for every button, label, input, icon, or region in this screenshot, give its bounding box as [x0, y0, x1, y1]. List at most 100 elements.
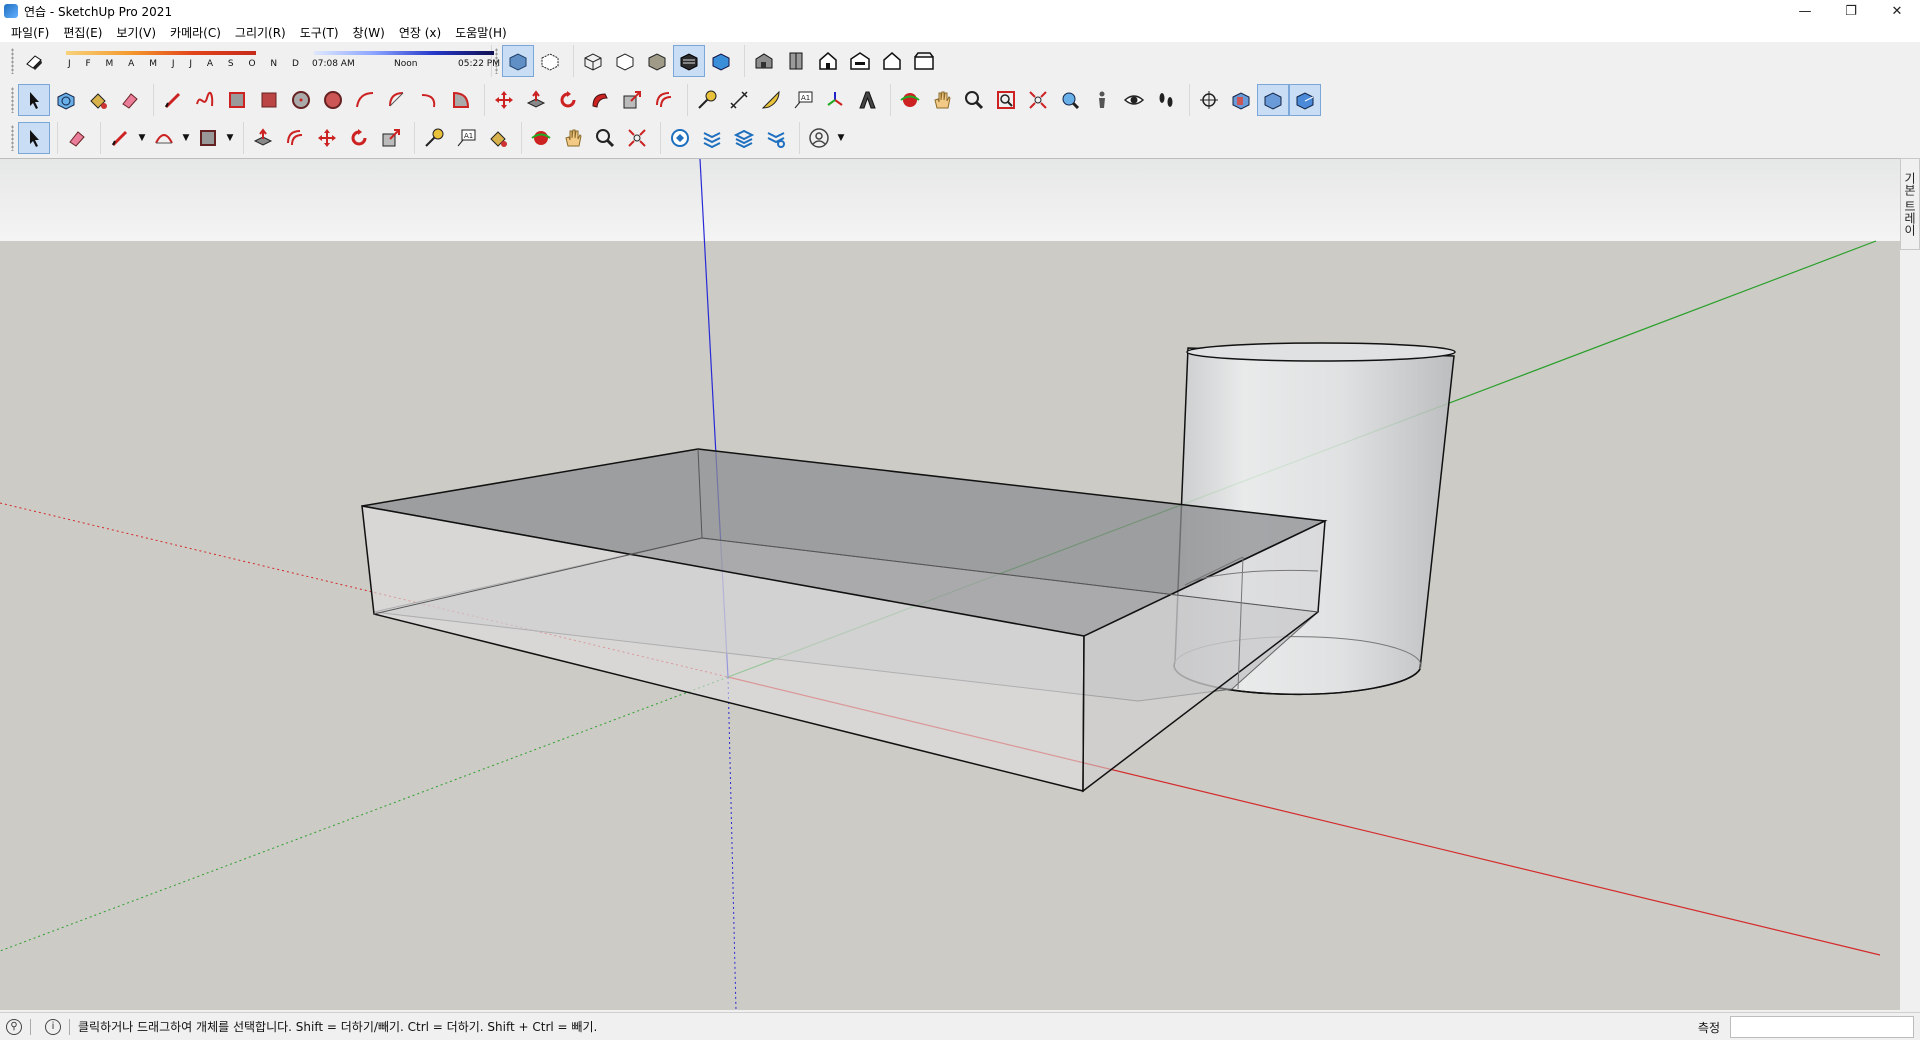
orbit-button[interactable]	[894, 84, 926, 116]
menu-camera[interactable]: 카메라(C)	[163, 24, 228, 41]
walk-button[interactable]	[1150, 84, 1182, 116]
shaded-button[interactable]	[641, 45, 673, 77]
paint-bucket-button[interactable]	[82, 84, 114, 116]
textured-button[interactable]	[673, 45, 705, 77]
xray-style-button[interactable]	[502, 45, 534, 77]
line-dropdown-arrow[interactable]: ▼	[136, 122, 148, 154]
component-button[interactable]	[50, 84, 82, 116]
back-edges-button[interactable]	[534, 45, 566, 77]
zoom-button[interactable]	[958, 84, 990, 116]
time-slider[interactable]	[314, 51, 494, 55]
layout-button[interactable]	[728, 122, 760, 154]
extension-manager-button[interactable]	[760, 122, 792, 154]
push-pull-button[interactable]	[520, 84, 552, 116]
scene-canvas[interactable]	[0, 159, 1900, 1010]
geo-location-icon[interactable]: ⚲	[6, 1018, 22, 1035]
menu-window[interactable]: 창(W)	[346, 24, 392, 41]
shape-dropdown-arrow[interactable]: ▼	[224, 122, 236, 154]
iso-view-button[interactable]	[748, 45, 780, 77]
account-button[interactable]	[803, 122, 835, 154]
modeling-viewport[interactable]	[0, 158, 1900, 1010]
restore-button[interactable]: ❐	[1828, 0, 1874, 22]
polygon-tool-button[interactable]	[317, 84, 349, 116]
shadows-toggle-button[interactable]	[18, 45, 50, 77]
close-button[interactable]: ✕	[1874, 0, 1920, 22]
arc-dropdown-arrow[interactable]: ▼	[180, 122, 192, 154]
shadow-settings-slider[interactable]: J F M A M J J A S O N D 07:08 AM Noon 05…	[56, 45, 500, 77]
measurements-input[interactable]	[1730, 1016, 1914, 1038]
axes-tool-button[interactable]	[819, 84, 851, 116]
orbit-button-2[interactable]	[525, 122, 557, 154]
rotate-tool-button-2[interactable]	[343, 122, 375, 154]
offset-tool-button[interactable]	[648, 84, 680, 116]
paint-bucket-button-2[interactable]	[482, 122, 514, 154]
zoom-window-button[interactable]	[990, 84, 1022, 116]
look-around-button[interactable]	[1118, 84, 1150, 116]
info-icon[interactable]: i	[45, 1018, 61, 1035]
rectangle-tool-button[interactable]	[221, 84, 253, 116]
pie-tool-button[interactable]	[445, 84, 477, 116]
right-view-button[interactable]	[844, 45, 876, 77]
select-tool-button-2[interactable]	[18, 122, 50, 154]
section-fill-button[interactable]	[1289, 84, 1321, 116]
protractor-button[interactable]	[755, 84, 787, 116]
default-tray-tab[interactable]: 기본 트레이	[1900, 158, 1920, 250]
line-tool-button[interactable]	[157, 84, 189, 116]
toolbar-grip[interactable]	[11, 87, 14, 113]
toolbar-grip[interactable]	[11, 125, 14, 151]
position-camera-button[interactable]	[1086, 84, 1118, 116]
3d-warehouse-button[interactable]	[664, 122, 696, 154]
zoom-button-2[interactable]	[589, 122, 621, 154]
minimize-button[interactable]: —	[1782, 0, 1828, 22]
3point-arc-button[interactable]	[413, 84, 445, 116]
pan-button-2[interactable]	[557, 122, 589, 154]
previous-view-button[interactable]	[1054, 84, 1086, 116]
front-view-button[interactable]	[812, 45, 844, 77]
extension-warehouse-button[interactable]	[696, 122, 728, 154]
push-pull-button-2[interactable]	[247, 122, 279, 154]
text-tool-button-2[interactable]: A1	[450, 122, 482, 154]
hidden-line-button[interactable]	[609, 45, 641, 77]
offset-tool-button-2[interactable]	[279, 122, 311, 154]
menu-tools[interactable]: 도구(T)	[293, 24, 346, 41]
select-tool-button[interactable]	[18, 84, 50, 116]
rotate-tool-button[interactable]	[552, 84, 584, 116]
eraser-button-2[interactable]	[61, 122, 93, 154]
move-tool-button[interactable]	[488, 84, 520, 116]
text-tool-button[interactable]: A1	[787, 84, 819, 116]
arc-tool-button-2[interactable]	[148, 122, 180, 154]
eraser-button[interactable]	[114, 84, 146, 116]
section-cuts-button[interactable]	[1257, 84, 1289, 116]
menu-draw[interactable]: 그리기(R)	[228, 24, 293, 41]
back-view-button[interactable]	[876, 45, 908, 77]
follow-me-button[interactable]	[584, 84, 616, 116]
left-view-button[interactable]	[908, 45, 940, 77]
date-slider[interactable]	[66, 51, 256, 55]
tape-measure-button-2[interactable]	[418, 122, 450, 154]
2point-arc-button[interactable]	[381, 84, 413, 116]
menu-file[interactable]: 파일(F)	[4, 24, 56, 41]
menu-view[interactable]: 보기(V)	[109, 24, 163, 41]
move-tool-button-2[interactable]	[311, 122, 343, 154]
arc-tool-button[interactable]	[349, 84, 381, 116]
line-tool-button-2[interactable]	[104, 122, 136, 154]
pan-button[interactable]	[926, 84, 958, 116]
zoom-extents-button[interactable]	[1022, 84, 1054, 116]
wireframe-button[interactable]	[577, 45, 609, 77]
scale-tool-button-2[interactable]	[375, 122, 407, 154]
shape-tool-button[interactable]	[192, 122, 224, 154]
3d-text-button[interactable]	[851, 84, 883, 116]
section-display-button[interactable]	[1225, 84, 1257, 116]
zoom-extents-button-2[interactable]	[621, 122, 653, 154]
circle-tool-button[interactable]	[285, 84, 317, 116]
tape-measure-button[interactable]	[691, 84, 723, 116]
section-plane-button[interactable]	[1193, 84, 1225, 116]
account-dropdown-arrow[interactable]: ▼	[835, 122, 847, 154]
dimension-tool-button[interactable]	[723, 84, 755, 116]
menu-edit[interactable]: 편집(E)	[56, 24, 109, 41]
menu-help[interactable]: 도움말(H)	[448, 24, 514, 41]
menu-extensions[interactable]: 연장 (x)	[392, 24, 448, 41]
monochrome-button[interactable]	[705, 45, 737, 77]
freehand-tool-button[interactable]	[189, 84, 221, 116]
top-view-button[interactable]	[780, 45, 812, 77]
